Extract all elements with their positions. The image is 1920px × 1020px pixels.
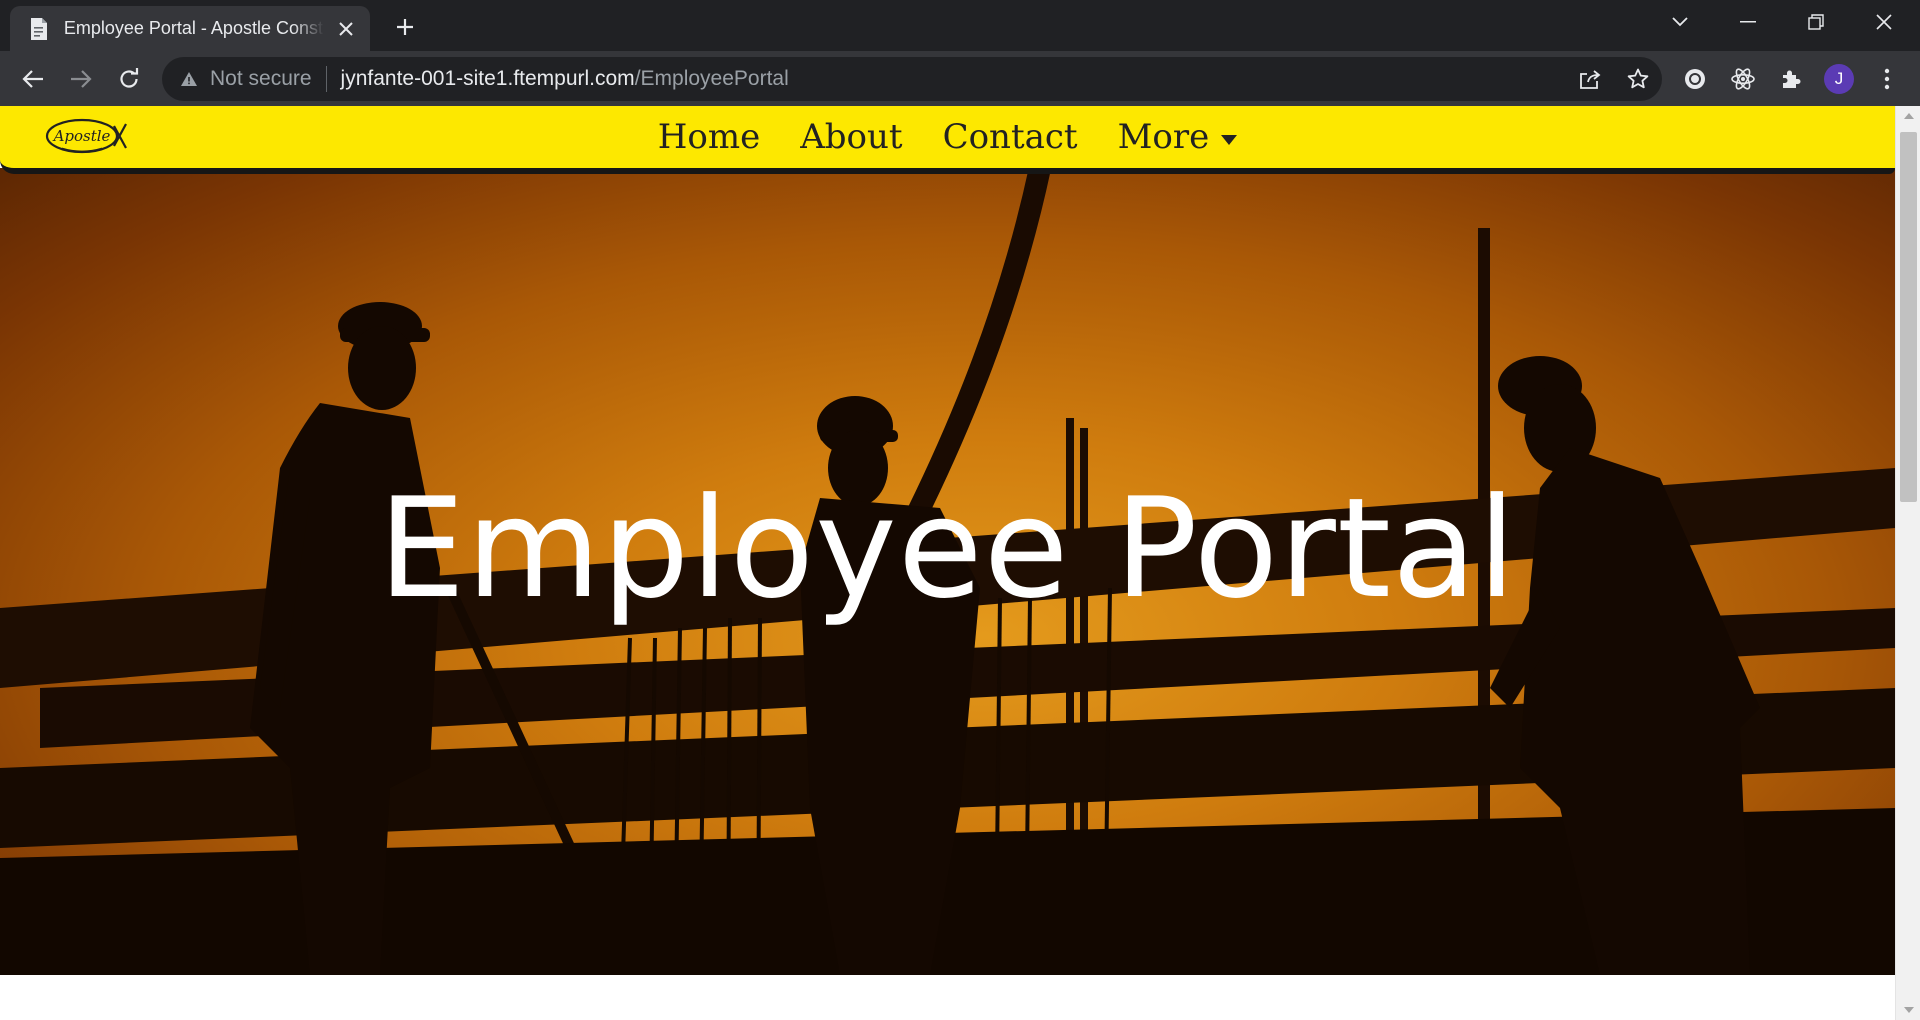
minimize-icon[interactable] xyxy=(1728,6,1768,38)
browser-toolbar: Not secure jynfante-001-site1.ftempurl.c… xyxy=(0,51,1920,106)
url-host: jynfante-001-site1.ftempurl.com xyxy=(340,67,635,90)
address-separator xyxy=(325,66,327,92)
profile-initial: J xyxy=(1824,64,1854,94)
url-path: /EmployeePortal xyxy=(634,67,789,90)
nav-link-more-label: More xyxy=(1117,117,1210,157)
new-tab-plus-icon[interactable] xyxy=(390,12,420,42)
scrollbar-thumb[interactable] xyxy=(1900,132,1917,502)
page-scrollbar[interactable] xyxy=(1895,106,1920,1020)
close-window-icon[interactable] xyxy=(1864,6,1904,38)
extension-circle-icon[interactable] xyxy=(1678,62,1712,96)
security-status-label[interactable]: Not secure xyxy=(210,67,312,91)
site-navbar: Apostle Home About Contact More xyxy=(0,106,1895,174)
forward-arrow-icon[interactable] xyxy=(64,62,98,96)
profile-avatar[interactable]: J xyxy=(1822,62,1856,96)
nav-link-contact[interactable]: Contact xyxy=(943,117,1078,157)
nav-link-home[interactable]: Home xyxy=(658,117,760,157)
restore-icon[interactable] xyxy=(1796,6,1836,38)
browser-tab-strip: Employee Portal - Apostle Construction xyxy=(0,0,1920,51)
reload-icon[interactable] xyxy=(112,62,146,96)
caret-down-icon xyxy=(1221,135,1238,145)
browser-tab-active[interactable]: Employee Portal - Apostle Construction xyxy=(10,6,370,51)
menu-kebab-icon[interactable] xyxy=(1870,62,1904,96)
nav-link-more[interactable]: More xyxy=(1118,117,1238,157)
bookmark-star-icon[interactable] xyxy=(1614,57,1662,101)
address-bar[interactable]: Not secure jynfante-001-site1.ftempurl.c… xyxy=(162,57,1662,101)
scroll-up-arrow-icon[interactable] xyxy=(1896,106,1920,126)
close-tab-icon[interactable] xyxy=(334,17,358,41)
warning-triangle-icon[interactable] xyxy=(178,71,200,87)
page-viewport: Apostle Home About Contact More Employee… xyxy=(0,106,1920,1020)
document-icon xyxy=(28,17,50,41)
site-nav-links: Home About Contact More xyxy=(0,106,1895,168)
hero-banner: Employee Portal xyxy=(0,168,1895,975)
react-devtools-icon[interactable] xyxy=(1726,62,1760,96)
back-arrow-icon[interactable] xyxy=(16,62,50,96)
share-icon[interactable] xyxy=(1566,57,1614,101)
nav-link-about[interactable]: About xyxy=(800,117,902,157)
tab-search-chevron-icon[interactable] xyxy=(1660,6,1700,38)
hero-title: Employee Portal xyxy=(378,468,1517,629)
tab-title: Employee Portal - Apostle Construction xyxy=(63,18,325,38)
extensions-puzzle-icon[interactable] xyxy=(1774,62,1808,96)
scroll-down-arrow-icon[interactable] xyxy=(1896,1000,1920,1020)
